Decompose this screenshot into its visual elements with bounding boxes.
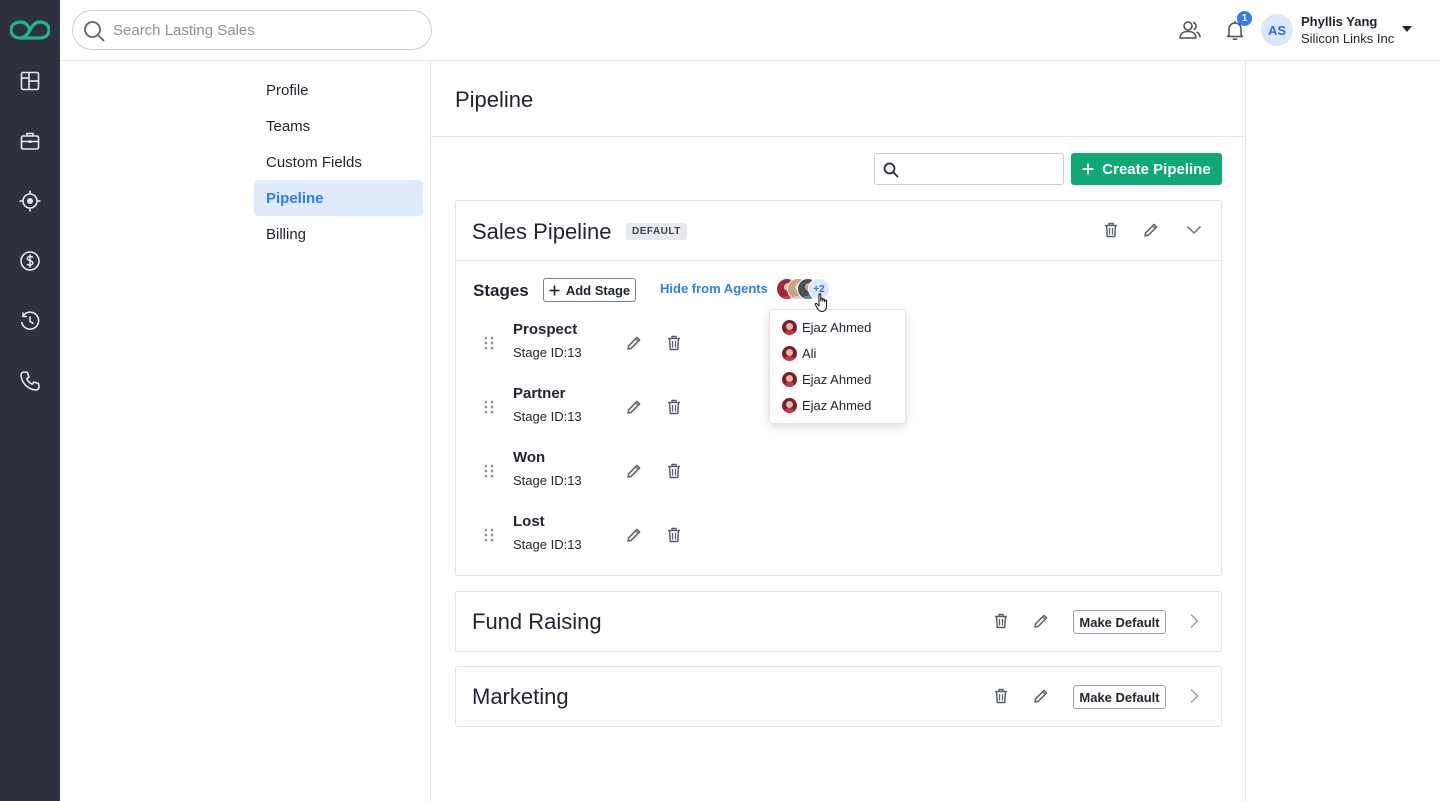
pipeline-card-fund-raising[interactable]: Fund Raising Make Default	[455, 591, 1222, 652]
create-pipeline-button[interactable]: Create Pipeline	[1071, 153, 1222, 185]
user-org: Silicon Links Inc	[1301, 31, 1395, 46]
pipeline-panel: Pipeline Create Pipeline Sales Pipeline …	[430, 61, 1246, 801]
agents-popover: Ejaz Ahmed Ali Ejaz Ahmed Ejaz Ahmed	[769, 309, 906, 424]
user-menu-caret-icon[interactable]	[1402, 26, 1412, 32]
agent-name: Ali	[802, 345, 817, 361]
drag-handle-icon[interactable]	[482, 463, 496, 479]
agents-icon[interactable]	[1177, 18, 1201, 42]
delete-stage-icon[interactable]	[664, 525, 684, 545]
hand-pointer-icon	[814, 293, 830, 313]
chevron-right-icon[interactable]	[1184, 686, 1204, 706]
drag-handle-icon[interactable]	[482, 527, 496, 543]
edit-stage-icon[interactable]	[624, 397, 644, 417]
agent-list-item[interactable]: Ejaz Ahmed	[782, 318, 871, 336]
add-stage-label: Add Stage	[565, 282, 631, 298]
edit-stage-icon[interactable]	[624, 525, 644, 545]
make-default-button[interactable]: Make Default	[1073, 685, 1166, 709]
delete-stage-icon[interactable]	[664, 397, 684, 417]
subnav-item-pipeline[interactable]: Pipeline	[254, 180, 423, 216]
global-search-input[interactable]	[113, 21, 431, 39]
agent-list-item[interactable]: Ejaz Ahmed	[782, 396, 871, 414]
pipeline-name: Sales Pipeline	[472, 219, 612, 244]
stage-name: Prospect	[513, 321, 578, 338]
agent-avatar	[782, 345, 797, 361]
edit-pipeline-icon[interactable]	[1031, 611, 1051, 631]
notification-badge: 1	[1237, 11, 1252, 26]
agent-avatar	[782, 397, 797, 413]
stage-id: Stage ID:13	[513, 473, 582, 488]
search-icon	[883, 162, 899, 178]
agent-avatar	[782, 319, 797, 335]
divider	[456, 260, 1221, 261]
app-logo-icon[interactable]	[9, 14, 51, 46]
top-bar: 1 AS Phyllis Yang Silicon Links Inc	[60, 0, 1440, 61]
page-title: Pipeline	[455, 87, 534, 112]
global-search[interactable]	[72, 10, 432, 50]
dashboard-icon[interactable]	[18, 69, 42, 93]
history-icon[interactable]	[18, 309, 42, 333]
dollar-icon[interactable]	[18, 249, 42, 273]
agent-list-item[interactable]: Ali	[782, 344, 816, 362]
pipeline-name: Marketing	[472, 684, 569, 709]
pipeline-search-input[interactable]	[905, 158, 1055, 180]
add-stage-button[interactable]: Add Stage	[543, 278, 636, 302]
stages-heading: Stages	[473, 281, 529, 300]
chevron-right-icon[interactable]	[1184, 611, 1204, 631]
delete-stage-icon[interactable]	[664, 333, 684, 353]
phone-icon[interactable]	[18, 369, 42, 393]
user-avatar[interactable]: AS	[1261, 14, 1293, 46]
target-icon[interactable]	[18, 189, 42, 213]
stage-id: Stage ID:13	[513, 409, 582, 424]
plus-icon	[1082, 163, 1094, 175]
delete-pipeline-icon[interactable]	[991, 686, 1011, 706]
default-badge: DEFAULT	[626, 223, 687, 240]
subnav-item-billing[interactable]: Billing	[254, 216, 423, 252]
agent-list-item[interactable]: Ejaz Ahmed	[782, 370, 871, 388]
edit-pipeline-icon[interactable]	[1141, 220, 1161, 240]
edit-stage-icon[interactable]	[624, 461, 644, 481]
subnav-item-teams[interactable]: Teams	[254, 108, 423, 144]
stage-id: Stage ID:13	[513, 345, 582, 360]
agent-name: Ejaz Ahmed	[802, 397, 872, 413]
pipeline-search[interactable]	[874, 153, 1064, 185]
search-icon	[84, 21, 105, 42]
stage-row: Won Stage ID:13	[456, 449, 1221, 493]
agent-name: Ejaz Ahmed	[802, 319, 872, 335]
drag-handle-icon[interactable]	[482, 335, 496, 351]
user-name[interactable]: Phyllis Yang	[1301, 14, 1377, 29]
briefcase-icon[interactable]	[18, 129, 42, 153]
edit-stage-icon[interactable]	[624, 333, 644, 353]
make-default-button[interactable]: Make Default	[1073, 610, 1166, 634]
plus-icon	[549, 285, 560, 295]
stage-id: Stage ID:13	[513, 537, 582, 552]
chevron-down-icon[interactable]	[1184, 220, 1204, 240]
subnav-item-custom-fields[interactable]: Custom Fields	[254, 144, 423, 180]
delete-pipeline-icon[interactable]	[1101, 220, 1121, 240]
drag-handle-icon[interactable]	[482, 399, 496, 415]
settings-subnav: Profile Teams Custom Fields Pipeline Bil…	[254, 72, 423, 252]
delete-stage-icon[interactable]	[664, 461, 684, 481]
pipeline-card-marketing[interactable]: Marketing Make Default	[455, 666, 1222, 727]
hide-from-agents-link[interactable]: Hide from Agents	[660, 281, 768, 296]
subnav-item-profile[interactable]: Profile	[254, 72, 423, 108]
stage-name: Lost	[513, 513, 545, 530]
edit-pipeline-icon[interactable]	[1031, 686, 1051, 706]
agent-name: Ejaz Ahmed	[802, 371, 872, 387]
left-rail	[0, 0, 60, 801]
stage-row: Lost Stage ID:13	[456, 513, 1221, 557]
divider	[431, 136, 1245, 137]
delete-pipeline-icon[interactable]	[991, 611, 1011, 631]
agent-avatar	[782, 371, 797, 387]
stage-name: Partner	[513, 385, 566, 402]
pipeline-name: Fund Raising	[472, 609, 602, 634]
stage-name: Won	[513, 449, 546, 466]
create-pipeline-label: Create Pipeline	[1102, 160, 1211, 178]
